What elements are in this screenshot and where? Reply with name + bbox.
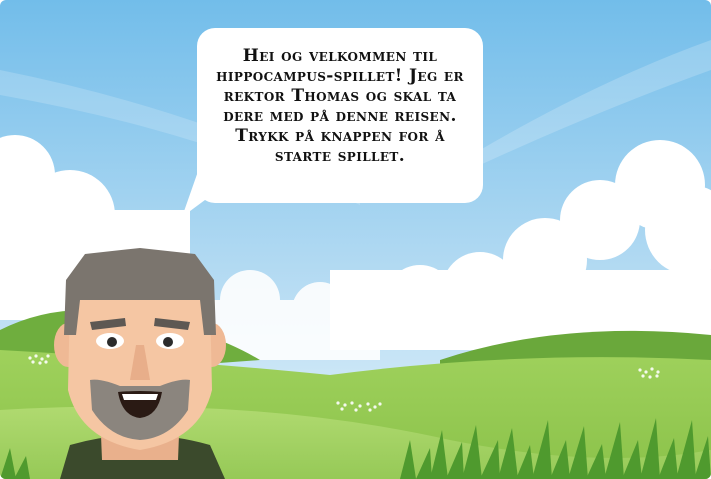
principal-avatar (54, 248, 226, 479)
game-scene: Hei og velkommen til hippocampus-spillet… (0, 0, 711, 479)
speech-text: Hei og velkommen til hippocampus-spillet… (216, 46, 464, 166)
speech-bubble: Hei og velkommen til hippocampus-spillet… (197, 28, 483, 203)
